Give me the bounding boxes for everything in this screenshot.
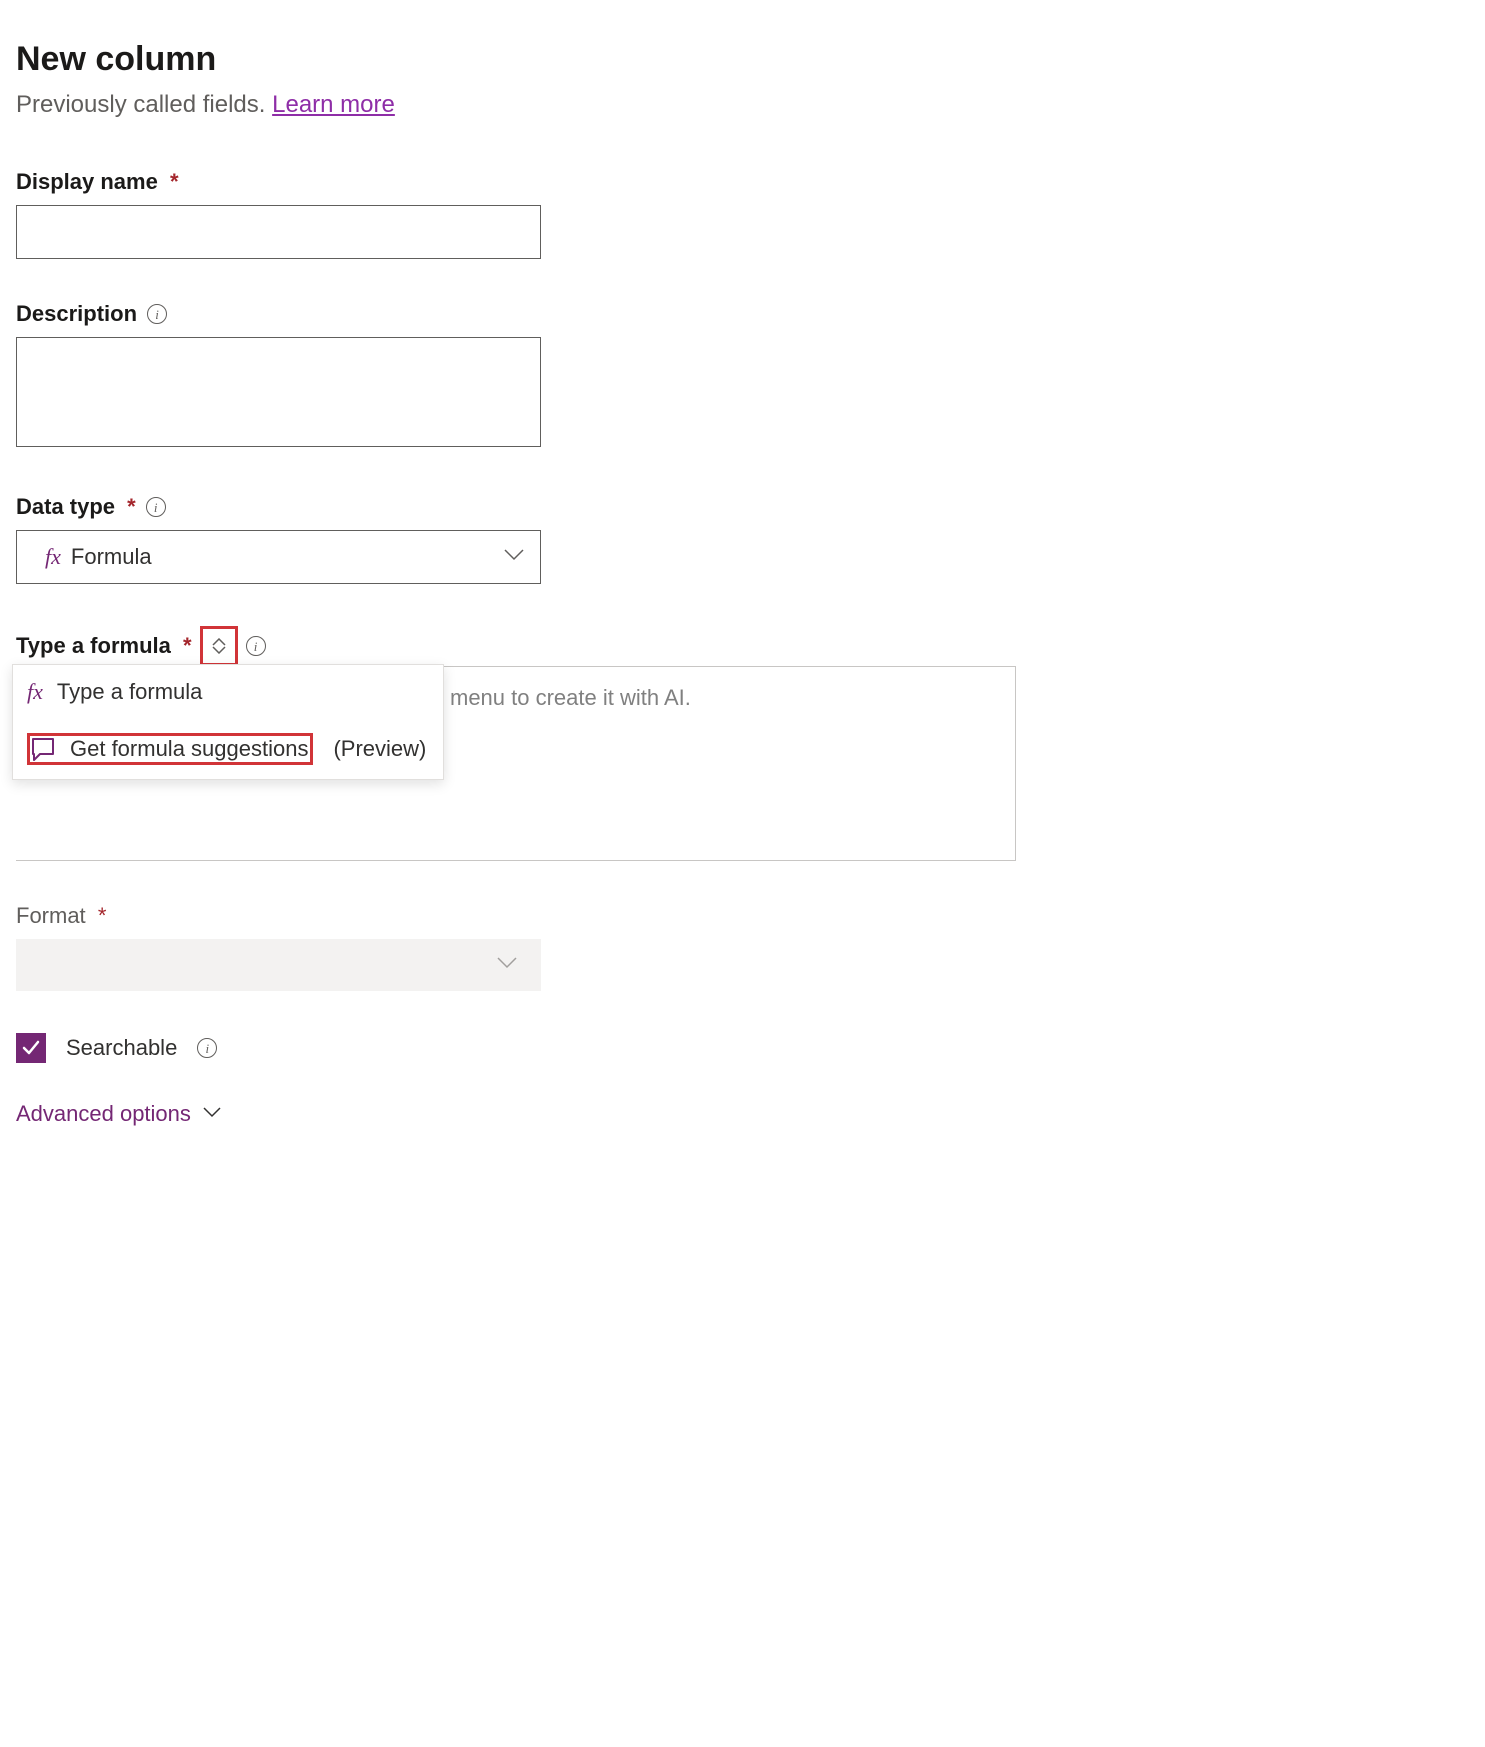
display-name-input[interactable] [16,205,541,259]
chevron-down-icon [203,1105,221,1123]
dropdown-option-label: Get formula suggestions [70,736,308,762]
required-asterisk: * [183,633,192,658]
formula-placeholder: menu to create it with AI. [450,685,691,711]
advanced-options-label: Advanced options [16,1101,191,1127]
advanced-options-toggle[interactable]: Advanced options [16,1101,1016,1127]
data-type-selected-text: Formula [71,544,152,570]
chevron-down-icon [497,956,517,974]
info-icon[interactable]: i [197,1038,217,1058]
dropdown-option-get-suggestions[interactable]: Get formula suggestions (Preview) [13,719,443,779]
formula-label: Type a formula * [16,633,192,659]
learn-more-link[interactable]: Learn more [272,91,395,118]
chat-icon [30,736,56,762]
data-type-label: Data type * [16,494,136,520]
required-asterisk: * [98,903,107,928]
fx-icon: fx [27,679,43,705]
required-asterisk: * [170,169,179,194]
description-input[interactable] [16,337,541,447]
display-name-label: Display name * [16,169,179,195]
searchable-label: Searchable [66,1035,177,1061]
info-icon[interactable]: i [147,304,167,324]
info-icon[interactable]: i [246,636,266,656]
subtitle-prefix: Previously called fields. [16,91,272,118]
info-icon[interactable]: i [146,497,166,517]
formula-dropdown-menu: fx Type a formula Get formula suggestion… [12,664,444,780]
chevron-down-icon [504,548,524,566]
description-label: Description [16,301,137,327]
searchable-checkbox[interactable] [16,1033,46,1063]
data-type-select[interactable]: fx Formula [16,530,541,584]
page-title: New column [16,40,1016,79]
format-label: Format * [16,903,106,929]
formula-mode-toggle[interactable] [205,631,233,661]
fx-icon: fx [45,544,61,570]
subtitle: Previously called fields. Learn more [16,91,1016,119]
required-asterisk: * [127,494,136,519]
dropdown-option-type-formula[interactable]: fx Type a formula [13,665,443,719]
format-select[interactable] [16,939,541,991]
dropdown-option-label: Type a formula [57,679,203,705]
preview-tag: (Preview) [333,736,426,762]
